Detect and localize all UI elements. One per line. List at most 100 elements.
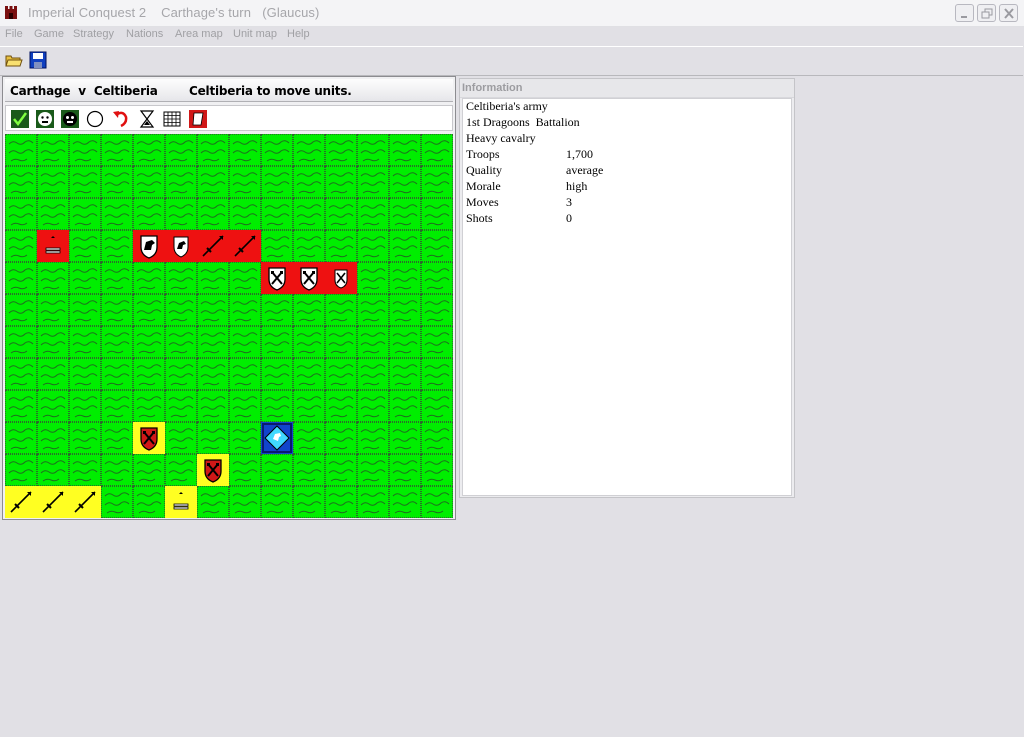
map-cell[interactable] [197, 326, 229, 358]
map-cell[interactable] [357, 294, 389, 326]
map-cell[interactable] [293, 198, 325, 230]
map-cell[interactable] [421, 422, 453, 454]
map-cell[interactable] [421, 454, 453, 486]
face-dark-button[interactable] [60, 109, 80, 129]
map-cell[interactable] [261, 454, 293, 486]
map-cell[interactable] [69, 294, 101, 326]
map-cell[interactable] [293, 422, 325, 454]
map-cell[interactable] [5, 358, 37, 390]
map-cell[interactable] [69, 454, 101, 486]
map-cell[interactable] [197, 390, 229, 422]
map-cell[interactable] [37, 454, 69, 486]
unit-heavy-cavalry-selected-celtiberia[interactable] [261, 422, 293, 454]
map-cell[interactable] [133, 262, 165, 294]
map-cell[interactable] [69, 134, 101, 166]
undo-button[interactable] [111, 109, 131, 129]
circle-button[interactable] [85, 109, 105, 129]
map-cell[interactable] [293, 134, 325, 166]
map-cell[interactable] [133, 326, 165, 358]
map-cell[interactable] [261, 358, 293, 390]
map-cell[interactable] [5, 198, 37, 230]
map-cell[interactable] [421, 134, 453, 166]
map-cell[interactable] [325, 390, 357, 422]
map-cell[interactable] [101, 230, 133, 262]
map-cell[interactable] [37, 422, 69, 454]
map-cell[interactable] [197, 294, 229, 326]
map-cell[interactable] [421, 486, 453, 518]
map-cell[interactable] [229, 454, 261, 486]
map-cell[interactable] [101, 422, 133, 454]
map-cell[interactable] [101, 134, 133, 166]
menu-game[interactable]: Game [34, 28, 64, 40]
map-cell[interactable] [357, 198, 389, 230]
map-cell[interactable] [229, 134, 261, 166]
map-cell[interactable] [261, 326, 293, 358]
unit-spearmen-celtiberia[interactable] [69, 486, 101, 518]
map-cell[interactable] [389, 294, 421, 326]
unit-infantry-celtiberia[interactable] [133, 422, 165, 454]
map-cell[interactable] [101, 486, 133, 518]
map-cell[interactable] [357, 454, 389, 486]
unit-spearmen-carthage[interactable] [197, 230, 229, 262]
map-cell[interactable] [69, 230, 101, 262]
map-cell[interactable] [197, 262, 229, 294]
map-cell[interactable] [69, 198, 101, 230]
end-turn-button[interactable] [137, 109, 157, 129]
map-cell[interactable] [101, 454, 133, 486]
map-cell[interactable] [389, 166, 421, 198]
map-cell[interactable] [421, 198, 453, 230]
map-cell[interactable] [389, 422, 421, 454]
restore-button[interactable] [977, 4, 996, 22]
map-cell[interactable] [389, 390, 421, 422]
map-cell[interactable] [293, 326, 325, 358]
map-cell[interactable] [389, 454, 421, 486]
map-cell[interactable] [101, 390, 133, 422]
map-cell[interactable] [293, 230, 325, 262]
map-cell[interactable] [165, 166, 197, 198]
unit-light-cavalry-carthage[interactable] [165, 230, 197, 262]
map-cell[interactable] [325, 454, 357, 486]
map-cell[interactable] [389, 326, 421, 358]
map-cell[interactable] [133, 294, 165, 326]
map-cell[interactable] [101, 326, 133, 358]
map-cell[interactable] [69, 358, 101, 390]
map-cell[interactable] [133, 166, 165, 198]
map-cell[interactable] [165, 454, 197, 486]
close-button[interactable] [999, 4, 1018, 22]
map-cell[interactable] [165, 262, 197, 294]
map-cell[interactable] [357, 230, 389, 262]
map-cell[interactable] [229, 358, 261, 390]
map-cell[interactable] [197, 422, 229, 454]
map-cell[interactable] [101, 166, 133, 198]
map-cell[interactable] [325, 358, 357, 390]
map-cell[interactable] [101, 198, 133, 230]
menu-file[interactable]: File [5, 28, 23, 40]
map-cell[interactable] [261, 198, 293, 230]
map-cell[interactable] [133, 358, 165, 390]
map-cell[interactable] [37, 326, 69, 358]
map-cell[interactable] [229, 326, 261, 358]
map-cell[interactable] [229, 198, 261, 230]
map-cell[interactable] [389, 198, 421, 230]
map-cell[interactable] [69, 166, 101, 198]
map-cell[interactable] [101, 358, 133, 390]
map-cell[interactable] [229, 390, 261, 422]
map-cell[interactable] [69, 390, 101, 422]
map-cell[interactable] [5, 390, 37, 422]
unit-spearmen-celtiberia[interactable] [37, 486, 69, 518]
map-cell[interactable] [261, 166, 293, 198]
map-cell[interactable] [37, 198, 69, 230]
save-button[interactable] [28, 50, 48, 70]
map-cell[interactable] [5, 326, 37, 358]
map-cell[interactable] [357, 422, 389, 454]
map-cell[interactable] [165, 326, 197, 358]
battle-map[interactable] [5, 134, 453, 518]
map-cell[interactable] [325, 230, 357, 262]
map-cell[interactable] [229, 422, 261, 454]
map-cell[interactable] [197, 166, 229, 198]
map-cell[interactable] [133, 198, 165, 230]
map-cell[interactable] [357, 134, 389, 166]
accept-button[interactable] [10, 109, 30, 129]
map-cell[interactable] [37, 134, 69, 166]
map-cell[interactable] [229, 166, 261, 198]
